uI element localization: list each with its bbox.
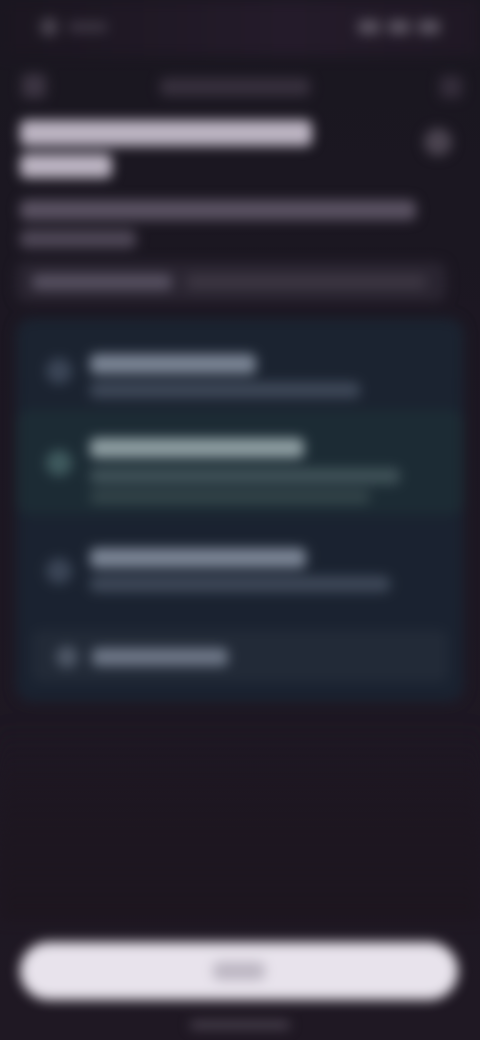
option-subtitle [90, 576, 390, 592]
more-vert-icon[interactable] [440, 76, 462, 98]
status-bar [0, 0, 480, 56]
option-subtitle [90, 468, 400, 484]
info-icon [56, 646, 78, 668]
description-line-2 [20, 230, 136, 248]
gesture-nav-bar[interactable] [190, 1022, 290, 1028]
close-icon[interactable] [424, 128, 452, 156]
battery-icon [418, 20, 440, 34]
option-title [90, 438, 304, 458]
wifi-icon [388, 20, 410, 34]
signal-icon [358, 20, 380, 34]
background-fade [0, 720, 480, 920]
page-title [20, 120, 320, 178]
option-item-3[interactable] [16, 522, 464, 618]
info-banner [16, 262, 446, 302]
card-footer-label [92, 648, 228, 666]
status-app-icon [40, 18, 58, 36]
screen [0, 0, 480, 1040]
status-right [358, 20, 440, 34]
blurred-content [0, 0, 480, 1040]
page-title-line-1 [20, 120, 312, 146]
arrow-left-icon[interactable] [22, 74, 46, 98]
description-line-1 [20, 200, 416, 220]
radio-icon [46, 558, 72, 584]
option-subtitle [90, 382, 360, 398]
info-banner-text [186, 274, 426, 290]
card-footer-row[interactable] [32, 630, 448, 682]
option-title [90, 354, 256, 374]
option-title [90, 548, 306, 568]
status-time [68, 22, 108, 32]
radio-icon [46, 358, 72, 384]
option-subtitle-line-2 [90, 490, 370, 504]
radio-selected-icon [46, 450, 72, 476]
info-banner-title [32, 274, 172, 290]
primary-button[interactable] [20, 942, 458, 1000]
status-left [40, 18, 108, 36]
options-card [16, 318, 464, 702]
page-title-line-2 [20, 154, 112, 178]
toolbar [0, 62, 480, 112]
toolbar-title [160, 78, 310, 96]
option-item-1[interactable] [16, 330, 464, 406]
option-item-2-selected[interactable] [16, 410, 464, 514]
description [20, 200, 440, 248]
primary-button-label [213, 962, 265, 980]
